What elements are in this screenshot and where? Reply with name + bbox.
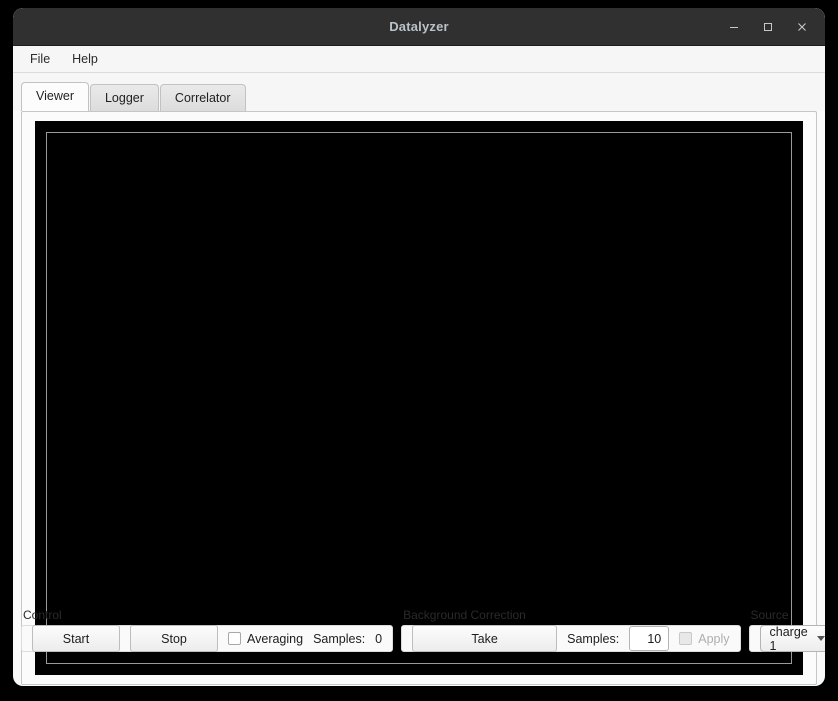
apply-checkbox-box — [679, 632, 693, 645]
apply-checkbox-label: Apply — [698, 631, 730, 646]
application-window: Datalyzer File Help Viewer Logger Correl… — [13, 8, 825, 686]
bottom-control-bar: Control Start Stop Averaging Samples: 0 … — [21, 608, 825, 676]
stop-button[interactable]: Stop — [130, 625, 218, 652]
source-select[interactable]: charge 1 — [759, 624, 825, 653]
averaging-checkbox-label: Averaging — [247, 631, 304, 646]
window-title: Datalyzer — [389, 19, 449, 34]
control-samples-value: 0 — [375, 631, 383, 646]
chevron-down-icon — [816, 636, 825, 641]
plot-area[interactable] — [35, 121, 803, 675]
minimize-icon — [730, 26, 738, 28]
source-group-label: Source — [750, 608, 789, 622]
tab-bar: Viewer Logger Correlator — [13, 73, 825, 112]
maximize-icon — [764, 22, 772, 31]
background-correction-group: Background Correction Take Samples: 10 A… — [401, 608, 741, 652]
background-samples-label: Samples: — [567, 631, 620, 646]
window-controls — [717, 12, 819, 42]
apply-checkbox[interactable]: Apply — [679, 631, 730, 646]
maximize-button[interactable] — [751, 12, 785, 42]
tab-viewer[interactable]: Viewer — [21, 82, 89, 111]
averaging-checkbox-box — [228, 632, 241, 645]
control-group-label: Control — [23, 608, 62, 622]
control-group: Control Start Stop Averaging Samples: 0 — [21, 608, 394, 652]
source-select-value: charge 1 — [769, 624, 808, 653]
background-samples-input[interactable]: 10 — [629, 626, 670, 651]
start-button[interactable]: Start — [32, 625, 120, 652]
background-correction-group-frame: Take Samples: 10 Apply — [401, 625, 741, 652]
menu-item-help[interactable]: Help — [63, 49, 107, 69]
take-button[interactable]: Take — [412, 625, 558, 652]
close-button[interactable] — [785, 12, 819, 42]
minimize-button[interactable] — [717, 12, 751, 42]
plot-canvas[interactable] — [46, 132, 792, 664]
source-group: Source charge 1 — [748, 608, 825, 653]
tab-correlator[interactable]: Correlator — [159, 84, 246, 112]
averaging-checkbox[interactable]: Averaging — [228, 632, 303, 646]
menu-item-file[interactable]: File — [21, 49, 59, 69]
background-correction-group-label: Background Correction — [403, 608, 526, 622]
control-group-frame: Start Stop Averaging Samples: 0 — [21, 625, 394, 652]
tab-logger[interactable]: Logger — [89, 84, 159, 112]
control-samples-label: Samples: — [313, 631, 366, 646]
viewer-tab-panel — [21, 111, 817, 685]
close-icon — [798, 22, 806, 31]
source-group-frame: charge 1 — [748, 624, 825, 653]
title-bar: Datalyzer — [13, 8, 825, 46]
menu-bar: File Help — [13, 46, 825, 73]
